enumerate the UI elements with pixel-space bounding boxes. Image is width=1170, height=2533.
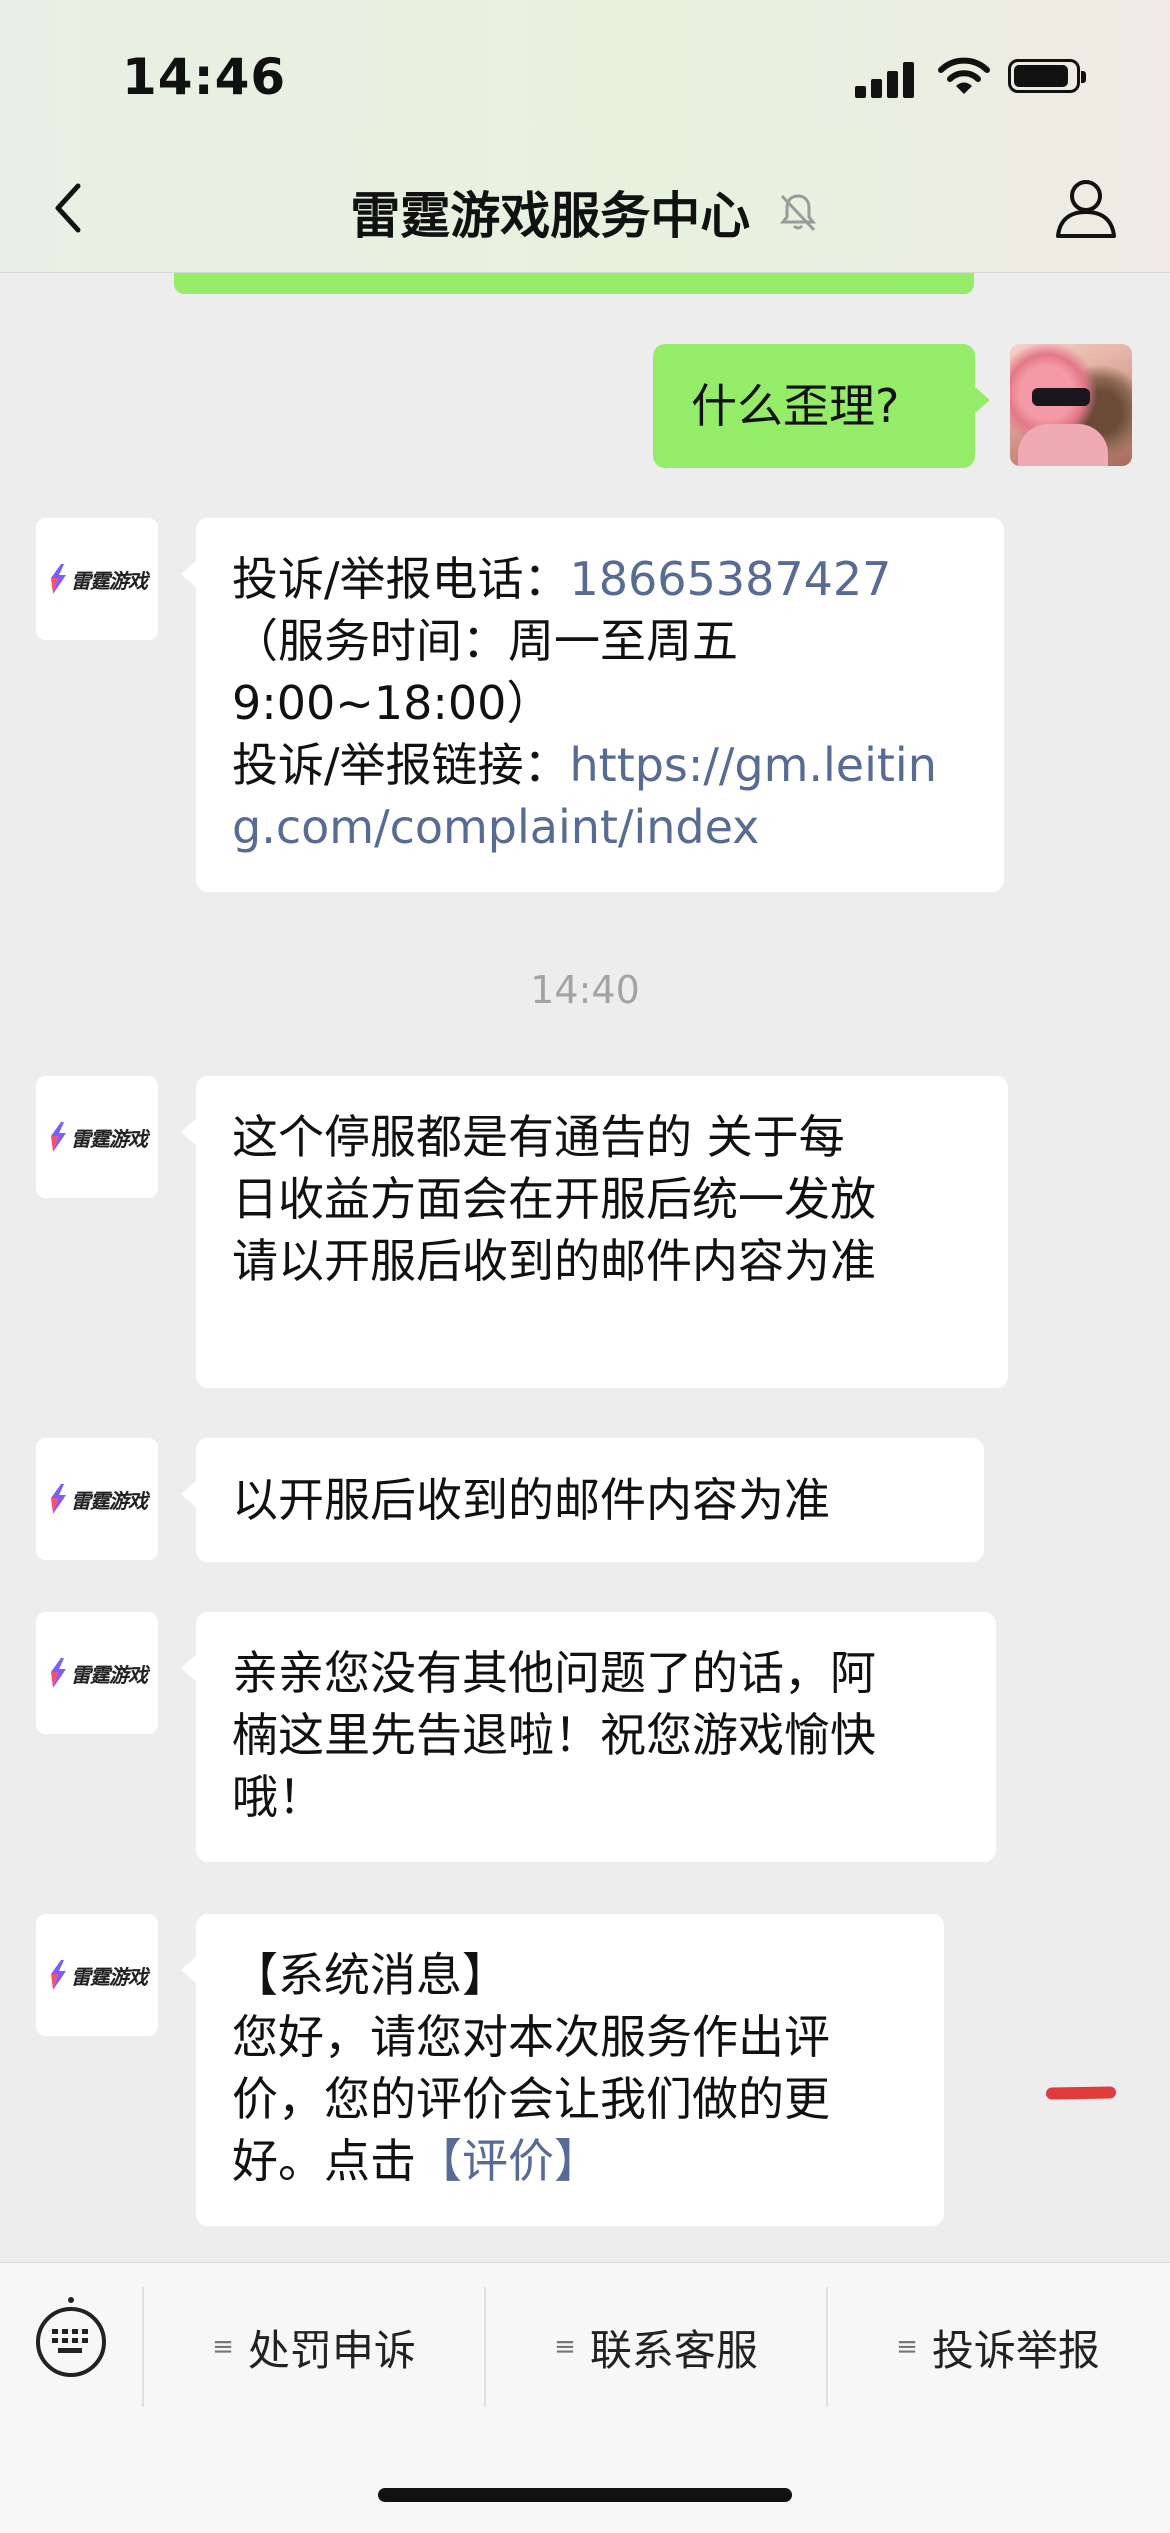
leiting-logo: 雷霆游戏 (47, 1959, 148, 1991)
leiting-logo: 雷霆游戏 (47, 1657, 148, 1689)
message-line: 这个停服都是有通告的 关于每 (232, 1110, 845, 1164)
service-avatar[interactable]: 雷霆游戏 (36, 518, 158, 640)
complaint-link-line: 投诉/举报链接：https://gm.leitin (232, 738, 937, 792)
complaint-phone-line: 投诉/举报电话：18665387427 (232, 552, 892, 606)
lightning-logo-icon (51, 1484, 66, 1514)
service-avatar[interactable]: 雷霆游戏 (36, 1612, 158, 1734)
profile-icon[interactable] (1050, 172, 1122, 244)
menu-label: 投诉举报 (931, 2325, 1100, 2375)
message-line: 价，您的评价会让我们做的更 (232, 2072, 830, 2126)
my-avatar[interactable] (1010, 344, 1132, 466)
top-bar: 14:46 雷霆游戏服务中心 (0, 0, 1170, 273)
message-mail-notice[interactable]: 以开服后收到的邮件内容为准 (181, 1438, 984, 1562)
lightning-logo-icon (51, 1658, 66, 1688)
keyboard-toggle-icon[interactable] (36, 2297, 106, 2377)
complaint-url-link-cont[interactable]: g.com/complaint/index (232, 796, 968, 858)
message-shutdown-notice[interactable]: 这个停服都是有通告的 关于每 日收益方面会在开服后统一发放 请以开服后收到的邮件… (181, 1076, 1008, 1388)
menu-appeal-penalty[interactable]: ≡ 处罚申诉 (144, 2287, 484, 2407)
service-hours-line: （服务时间：周一至周五 (232, 614, 738, 668)
leiting-logo: 雷霆游戏 (47, 563, 148, 595)
menu-label: 联系客服 (589, 2325, 758, 2375)
service-avatar[interactable]: 雷霆游戏 (36, 1438, 158, 1560)
cellular-signal-icon (855, 62, 915, 98)
message-line: 您好，请您对本次服务作出评 (232, 2010, 830, 2064)
lightning-logo-icon (51, 564, 66, 594)
message-timestamp: 14:40 (530, 968, 640, 1012)
lightning-logo-icon (51, 1122, 66, 1152)
service-avatar[interactable]: 雷霆游戏 (36, 1914, 158, 2036)
message-system-rating[interactable]: 【系统消息】 您好，请您对本次服务作出评 价，您的评价会让我们做的更 好。点击【… (181, 1914, 944, 2226)
message-line: 日收益方面会在开服后统一发放 (232, 1172, 876, 1226)
service-hours-time: 9:00~18:00） (232, 676, 553, 730)
message-line: 哦！ (232, 1770, 324, 1824)
leiting-logo: 雷霆游戏 (47, 1121, 148, 1153)
previous-message-edge (174, 272, 974, 294)
logo-text: 雷霆游戏 (71, 1126, 148, 1151)
logo-text: 雷霆游戏 (71, 1488, 148, 1513)
status-time: 14:46 (122, 48, 287, 106)
menu-contact-service[interactable]: ≡ 联系客服 (486, 2287, 826, 2407)
battery-icon (1008, 59, 1086, 93)
lightning-logo-icon (51, 1960, 66, 1990)
chat-title: 雷霆游戏服务中心 (0, 176, 1170, 248)
wifi-icon (938, 57, 990, 94)
logo-text: 雷霆游戏 (71, 1662, 148, 1687)
red-annotation-mark (1045, 2086, 1117, 2100)
complaint-url-link[interactable]: https://gm.leitin (570, 738, 937, 792)
menu-label: 处罚申诉 (247, 2325, 416, 2375)
chat-title-text: 雷霆游戏服务中心 (350, 187, 751, 245)
menu-list-icon: ≡ (554, 2332, 576, 2362)
phone-link[interactable]: 18665387427 (570, 552, 892, 606)
message-farewell[interactable]: 亲亲您没有其他问题了的话，阿 楠这里先告退啦！祝您游戏愉快 哦！ (181, 1612, 996, 1862)
service-avatar[interactable]: 雷霆游戏 (36, 1076, 158, 1198)
muted-bell-icon (779, 194, 816, 232)
message-line: 楠这里先告退啦！祝您游戏愉快 (232, 1708, 876, 1762)
leiting-logo: 雷霆游戏 (47, 1483, 148, 1515)
system-message-heading: 【系统消息】 (232, 1948, 508, 2002)
rate-link[interactable]: 【评价】 (416, 2134, 600, 2188)
logo-text: 雷霆游戏 (71, 1964, 148, 1989)
menu-list-icon: ≡ (896, 2332, 918, 2362)
logo-text: 雷霆游戏 (71, 568, 148, 593)
outgoing-message[interactable]: 什么歪理? (653, 344, 990, 468)
message-line: 以开服后收到的邮件内容为准 (232, 1473, 830, 1527)
menu-complaint-report[interactable]: ≡ 投诉举报 (828, 2287, 1168, 2407)
message-line: 请以开服后收到的邮件内容为准 (232, 1234, 876, 1288)
message-complaint-info[interactable]: 投诉/举报电话：18665387427 （服务时间：周一至周五 9:00~18:… (181, 518, 1004, 892)
rating-line: 好。点击【评价】 (232, 2134, 600, 2188)
home-indicator[interactable] (378, 2488, 792, 2502)
message-line: 亲亲您没有其他问题了的话，阿 (232, 1646, 876, 1700)
menu-list-icon: ≡ (212, 2332, 234, 2362)
